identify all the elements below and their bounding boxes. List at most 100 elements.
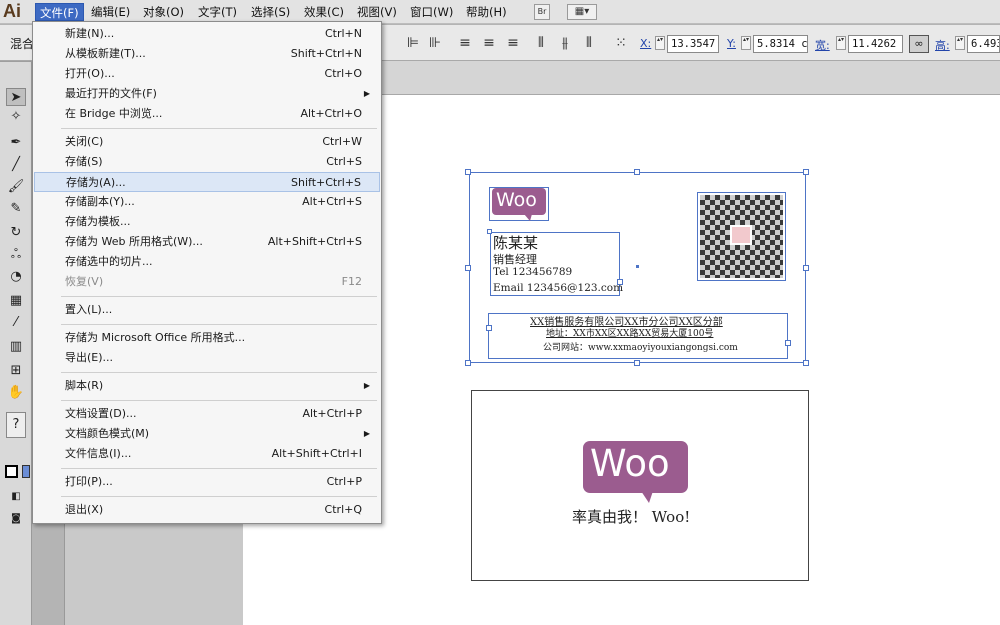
menu-edit[interactable]: 编辑(E) <box>87 3 134 21</box>
selection-handle[interactable] <box>803 360 809 366</box>
app-logo: Ai <box>3 1 21 21</box>
file-menu-dropdown: 新建(N)... Ctrl+N 从模板新建(T)... Shift+Ctrl+N 打… <box>32 21 382 524</box>
menu-revert: 恢复(V) F12 <box>65 275 362 288</box>
menu-new-from-template[interactable]: 从模板新建(T)... Shift+Ctrl+N <box>34 44 380 64</box>
x-label: X: <box>640 37 652 50</box>
x-field[interactable]: 13.3547 <box>667 35 719 53</box>
help-icon[interactable]: ? <box>6 412 26 438</box>
menu-new[interactable]: 新建(N)... Ctrl+N <box>34 24 380 44</box>
blob-brush-tool-icon[interactable]: ✎ <box>6 200 26 218</box>
menu-open[interactable]: 打开(O)... Ctrl+O <box>34 64 380 84</box>
company-website: 公司网站：www.xxmaoyiyouxiangongsi.com <box>543 343 738 353</box>
menu-save-selected-slices[interactable]: 存储选中的切片... <box>34 252 380 272</box>
menu-window[interactable]: 窗口(W) <box>406 3 457 21</box>
contact-tel: Tel 123456789 <box>493 266 573 278</box>
paintbrush-tool-icon[interactable]: 🖌 <box>6 178 26 196</box>
woo-logo-small-text: Woo <box>496 189 537 211</box>
menu-effect[interactable]: 效果(C) <box>300 3 348 21</box>
menu-print[interactable]: 打印(P)... Ctrl+P <box>34 472 380 492</box>
distribute-left-icon[interactable]: ⫴ <box>532 34 550 52</box>
menu-save-as[interactable]: 存储为(A)... Shift+Ctrl+S <box>34 172 380 192</box>
qr-center-mark <box>730 225 752 245</box>
mesh-tool-icon[interactable]: ▦ <box>6 292 26 310</box>
menu-select[interactable]: 选择(S) <box>247 3 294 21</box>
y-label: Y: <box>727 37 736 50</box>
y-stepper[interactable]: ▴▾ <box>741 36 751 50</box>
submenu-arrow-icon: ▶ <box>363 429 370 438</box>
menu-close[interactable]: 关闭(C) Ctrl+W <box>34 132 380 152</box>
hand-tool-icon[interactable]: ✋ <box>6 384 26 402</box>
contact-name: 陈某某 <box>493 234 539 252</box>
eyedropper-tool-icon[interactable]: ⁄ <box>6 314 26 332</box>
selection-handle[interactable] <box>465 360 471 366</box>
pen-tool-icon[interactable]: ✒ <box>6 134 26 152</box>
stroke-swatch[interactable] <box>22 465 30 478</box>
menu-help[interactable]: 帮助(H) <box>462 3 511 21</box>
menu-file-info[interactable]: 文件信息(I)... Alt+Shift+Ctrl+I <box>34 444 380 464</box>
menu-view[interactable]: 视图(V) <box>353 3 401 21</box>
bridge-button[interactable]: Br <box>534 4 550 20</box>
align-bottom-icon[interactable]: ≡ <box>504 34 522 52</box>
distribute-right-icon[interactable]: ⫴ <box>580 34 598 52</box>
selection-handle[interactable] <box>803 169 809 175</box>
align-vcenter-icon[interactable]: ≡ <box>480 34 498 52</box>
menu-open-recent[interactable]: 最近打开的文件(F) ▶ <box>34 84 380 104</box>
menu-file[interactable]: 文件(F) <box>35 3 84 21</box>
woo-logo-large-text: Woo <box>590 442 670 485</box>
selection-handle[interactable] <box>465 169 471 175</box>
draw-mode-icon[interactable]: ◙ <box>6 510 26 528</box>
height-stepper[interactable]: ▴▾ <box>955 36 965 50</box>
menu-document-color-mode[interactable]: 文档颜色模式(M) ▶ <box>34 424 380 444</box>
color-mode-icon[interactable]: ◧ <box>6 488 26 506</box>
menu-browse-in-bridge[interactable]: 在 Bridge 中浏览... Alt+Ctrl+O <box>34 104 380 124</box>
menu-save[interactable]: 存储(S) Ctrl+S <box>34 152 380 172</box>
text-handle[interactable] <box>785 340 791 346</box>
x-stepper[interactable]: ▴▾ <box>655 36 665 50</box>
width-label: 宽: <box>815 39 830 52</box>
menu-exit[interactable]: 退出(X) Ctrl+Q <box>34 500 380 520</box>
menu-document-setup[interactable]: 文档设置(D)... Alt+Ctrl+P <box>34 404 380 424</box>
height-label: 高: <box>935 39 950 52</box>
blend-label: 混合 <box>10 37 35 51</box>
symbol-sprayer-tool-icon[interactable]: ▥ <box>6 338 26 356</box>
toolbox: ➤ ✧ ✒ ╱ 🖌 ✎ ↻ ஃ ◔ ▦ ⁄ ▥ ⊞ ✋ ? ◧ ◙ <box>0 62 32 625</box>
y-field[interactable]: 5.8314 c <box>753 35 808 53</box>
selection-handle[interactable] <box>465 265 471 271</box>
artboard-tool-icon[interactable]: ⊞ <box>6 362 26 380</box>
distribute-center-icon[interactable]: ⫵ <box>556 34 574 52</box>
line-tool-icon[interactable]: ╱ <box>6 156 26 174</box>
arrange-documents-button[interactable]: ▦▾ <box>567 4 597 20</box>
magic-wand-tool-icon[interactable]: ✧ <box>6 108 26 126</box>
align-hcenter-icon[interactable]: ⊪ <box>426 34 444 52</box>
selection-handle[interactable] <box>803 265 809 271</box>
menu-save-for-web[interactable]: 存储为 Web 所用格式(W)... Alt+Shift+Ctrl+S <box>34 232 380 252</box>
warp-tool-icon[interactable]: ஃ <box>6 246 26 264</box>
center-point <box>636 265 639 268</box>
constrain-proportions-icon[interactable]: ∞ <box>909 35 929 53</box>
menu-save-for-office[interactable]: 存储为 Microsoft Office 所用格式... <box>34 328 380 348</box>
menu-save-copy[interactable]: 存储副本(Y)... Alt+Ctrl+S <box>34 192 380 212</box>
reference-point-icon[interactable]: ⁙ <box>612 34 630 52</box>
width-stepper[interactable]: ▴▾ <box>836 36 846 50</box>
submenu-arrow-icon: ▶ <box>363 89 370 98</box>
selection-handle[interactable] <box>634 360 640 366</box>
rotate-tool-icon[interactable]: ↻ <box>6 224 26 242</box>
align-left-icon[interactable]: ⊫ <box>404 34 422 52</box>
slogan: 率真由我！ Woo! <box>572 508 691 526</box>
menu-place[interactable]: 置入(L)... <box>34 300 380 320</box>
menu-save-as-template[interactable]: 存储为模板... <box>34 212 380 232</box>
selection-tool-icon[interactable]: ➤ <box>6 88 26 106</box>
text-handle[interactable] <box>486 325 492 331</box>
height-field[interactable]: 6.493 <box>967 35 1000 53</box>
width-field[interactable]: 11.4262 <box>848 35 903 53</box>
menu-scripts[interactable]: 脚本(R) ▶ <box>34 376 380 396</box>
align-top-icon[interactable]: ≡ <box>456 34 474 52</box>
menu-type[interactable]: 文字(T) <box>194 3 241 21</box>
menu-object[interactable]: 对象(O) <box>139 3 188 21</box>
menu-export[interactable]: 导出(E)... <box>34 348 380 368</box>
selection-handle[interactable] <box>634 169 640 175</box>
text-handle[interactable] <box>487 229 492 234</box>
submenu-arrow-icon: ▶ <box>363 381 370 390</box>
fill-swatch[interactable] <box>5 465 18 478</box>
shape-builder-tool-icon[interactable]: ◔ <box>6 268 26 286</box>
